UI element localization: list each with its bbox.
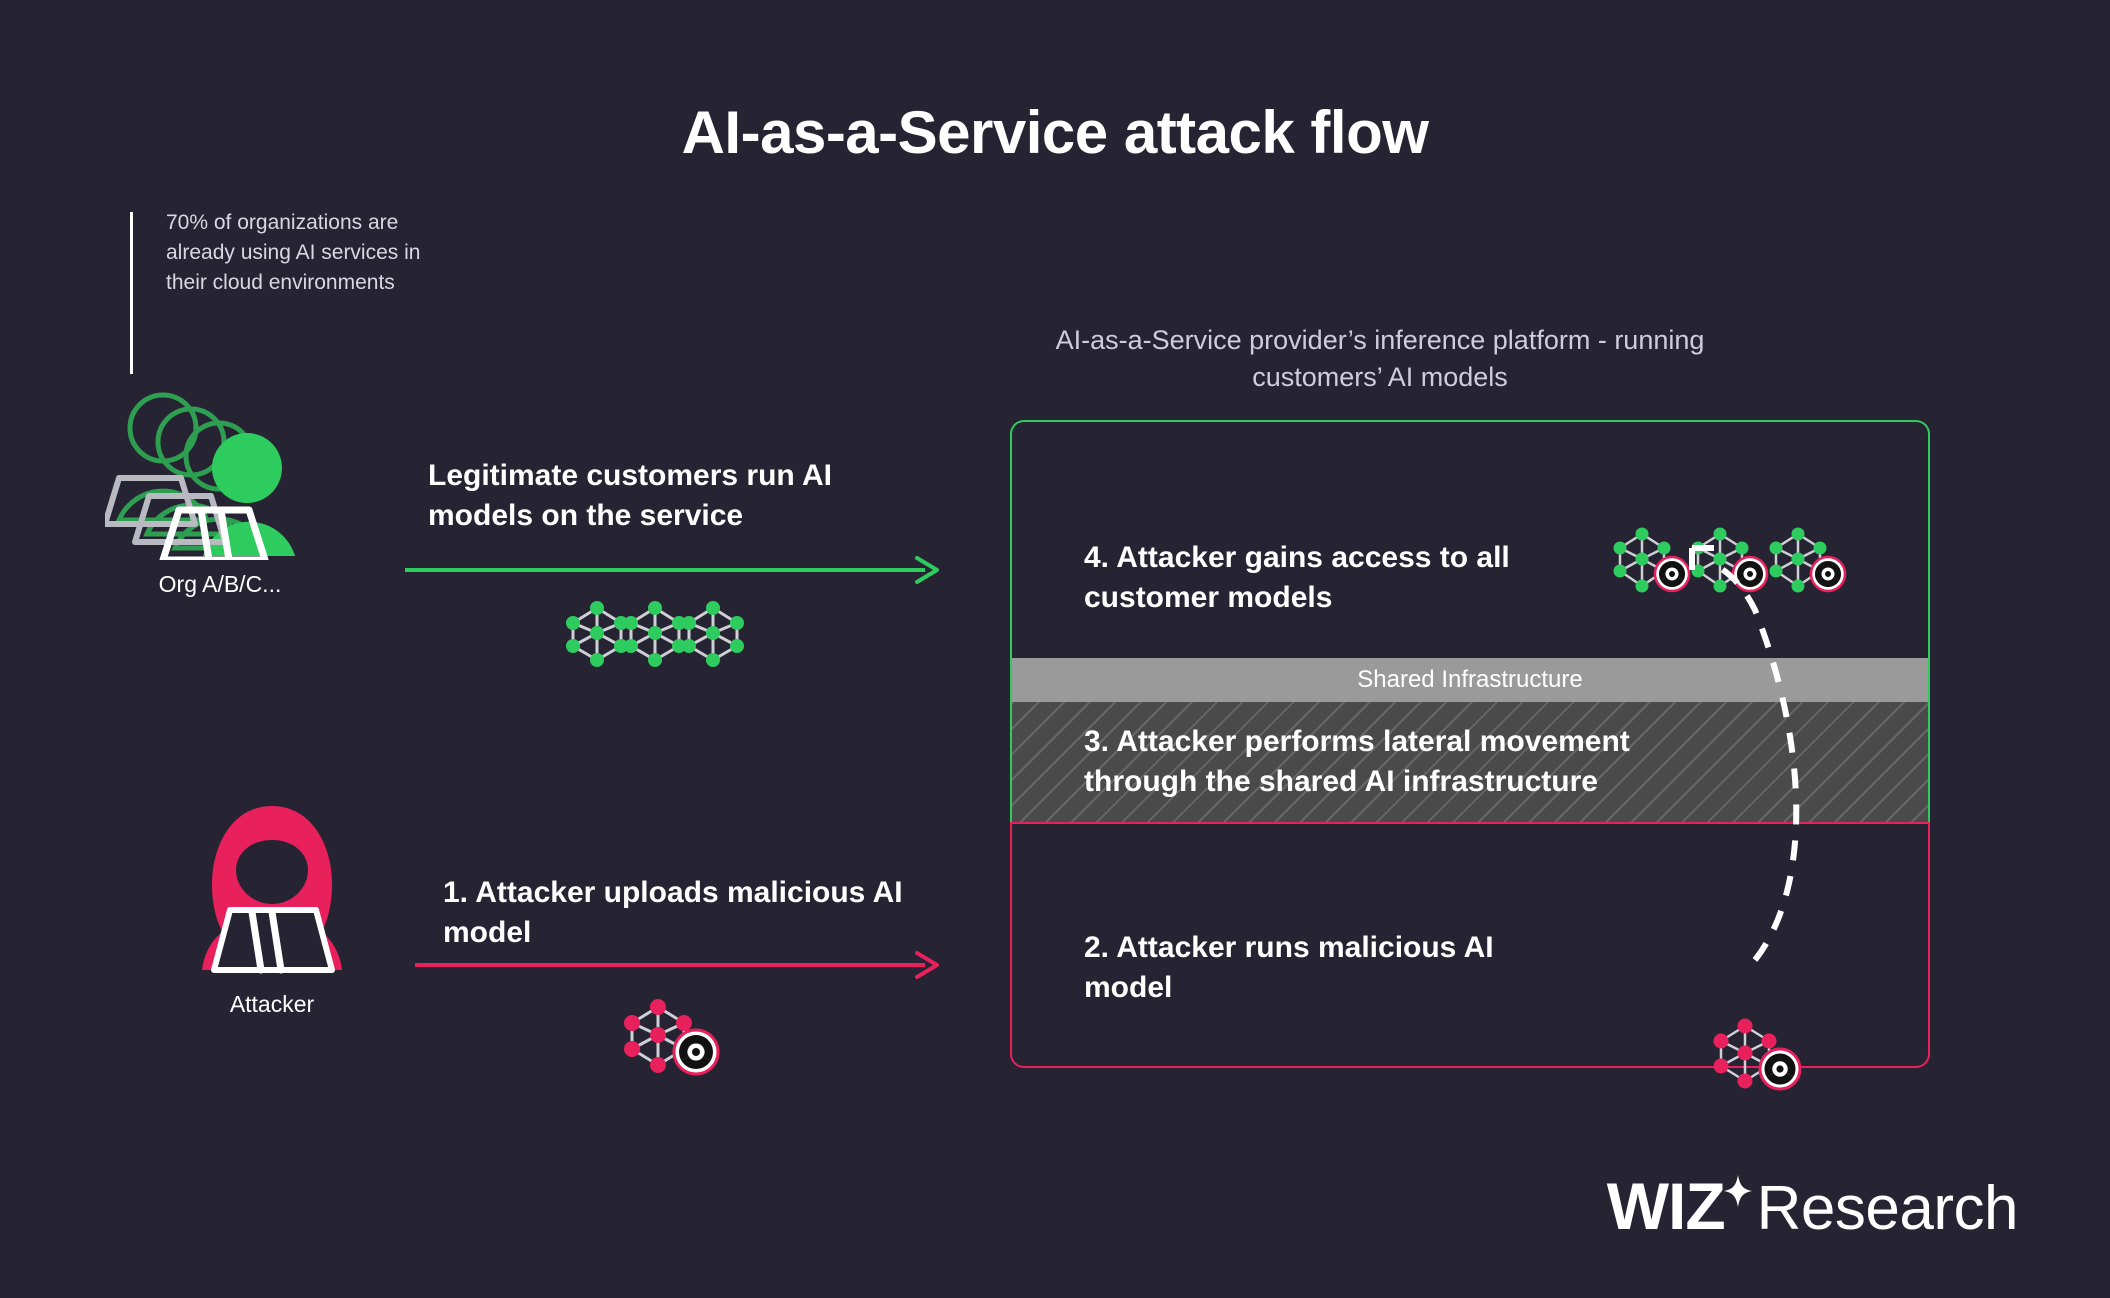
clean-model-icon <box>566 601 628 667</box>
zone-customer-models-text: 4. Attacker gains access to all customer… <box>1084 541 1510 614</box>
people-stack-icon <box>102 392 295 564</box>
malicious-running-model <box>1712 1016 1822 1106</box>
flow-malicious-arrow <box>415 951 939 979</box>
zone-malicious-run-text: 2. Attacker runs malicious AI model <box>1084 931 1494 1004</box>
flow-malicious-label: 1. Attacker uploads malicious AI model <box>443 876 903 949</box>
malicious-model-icon <box>1713 1018 1802 1091</box>
compromised-model-icon <box>1691 527 1769 593</box>
actor-attacker-label: Attacker <box>229 991 315 1017</box>
actor-org-label: Org A/B/C... <box>158 571 282 597</box>
radiation-badge-icon <box>1758 1047 1802 1091</box>
hooded-attacker-icon <box>202 806 342 974</box>
shared-infrastructure-text: Shared Infrastructure <box>1357 666 1583 693</box>
flow-legitimate-models <box>565 598 795 673</box>
wiz-research-logo: WIZ Research <box>1606 1168 2019 1244</box>
radiation-badge-icon <box>1809 555 1847 593</box>
flow-legitimate-arrow <box>405 556 939 584</box>
zone-lateral-movement-text: 3. Attacker performs lateral movement th… <box>1084 725 1630 798</box>
radiation-badge-icon <box>672 1028 720 1076</box>
malicious-model-icon <box>624 999 720 1076</box>
page-title: AI-as-a-Service attack flow <box>681 99 1429 166</box>
flow-legitimate-label: Legitimate customers run AI models on th… <box>428 459 832 532</box>
platform-heading: AI-as-a-Service provider’s inference pla… <box>1055 325 1705 393</box>
wiz-brand-text: WIZ <box>1606 1169 1726 1243</box>
compromised-model-icon <box>1769 527 1847 593</box>
zone-shared-infrastructure-label: Shared Infrastructure <box>1010 658 1930 702</box>
zone-customer-models: 4. Attacker gains access to all customer… <box>1010 420 1930 658</box>
compromised-model-icon <box>1613 527 1691 593</box>
platform-container: 4. Attacker gains access to all customer… <box>1010 420 1930 1091</box>
radiation-badge-icon <box>1731 555 1769 593</box>
actor-attacker: Attacker <box>172 800 372 1018</box>
clean-model-icon <box>624 601 686 667</box>
stat-callout: 70% of organizations are already using A… <box>130 208 430 374</box>
zone-lateral-movement: 3. Attacker performs lateral movement th… <box>1010 702 1930 822</box>
zone-malicious-run: 2. Attacker runs malicious AI model <box>1010 822 1930 1091</box>
radiation-badge-icon <box>1653 555 1691 593</box>
stat-callout-text: 70% of organizations are already using A… <box>166 211 421 294</box>
sparkle-icon <box>1723 1175 1752 1207</box>
clean-model-icon <box>682 601 744 667</box>
wiz-research-text: Research <box>1756 1174 2019 1243</box>
actor-org: Org A/B/C... <box>102 350 335 598</box>
diagram-canvas: AI-as-a-Service attack flow 70% of organ… <box>0 0 2110 1298</box>
flow-malicious-model <box>622 995 732 1085</box>
compromised-models-group <box>1612 526 1872 611</box>
